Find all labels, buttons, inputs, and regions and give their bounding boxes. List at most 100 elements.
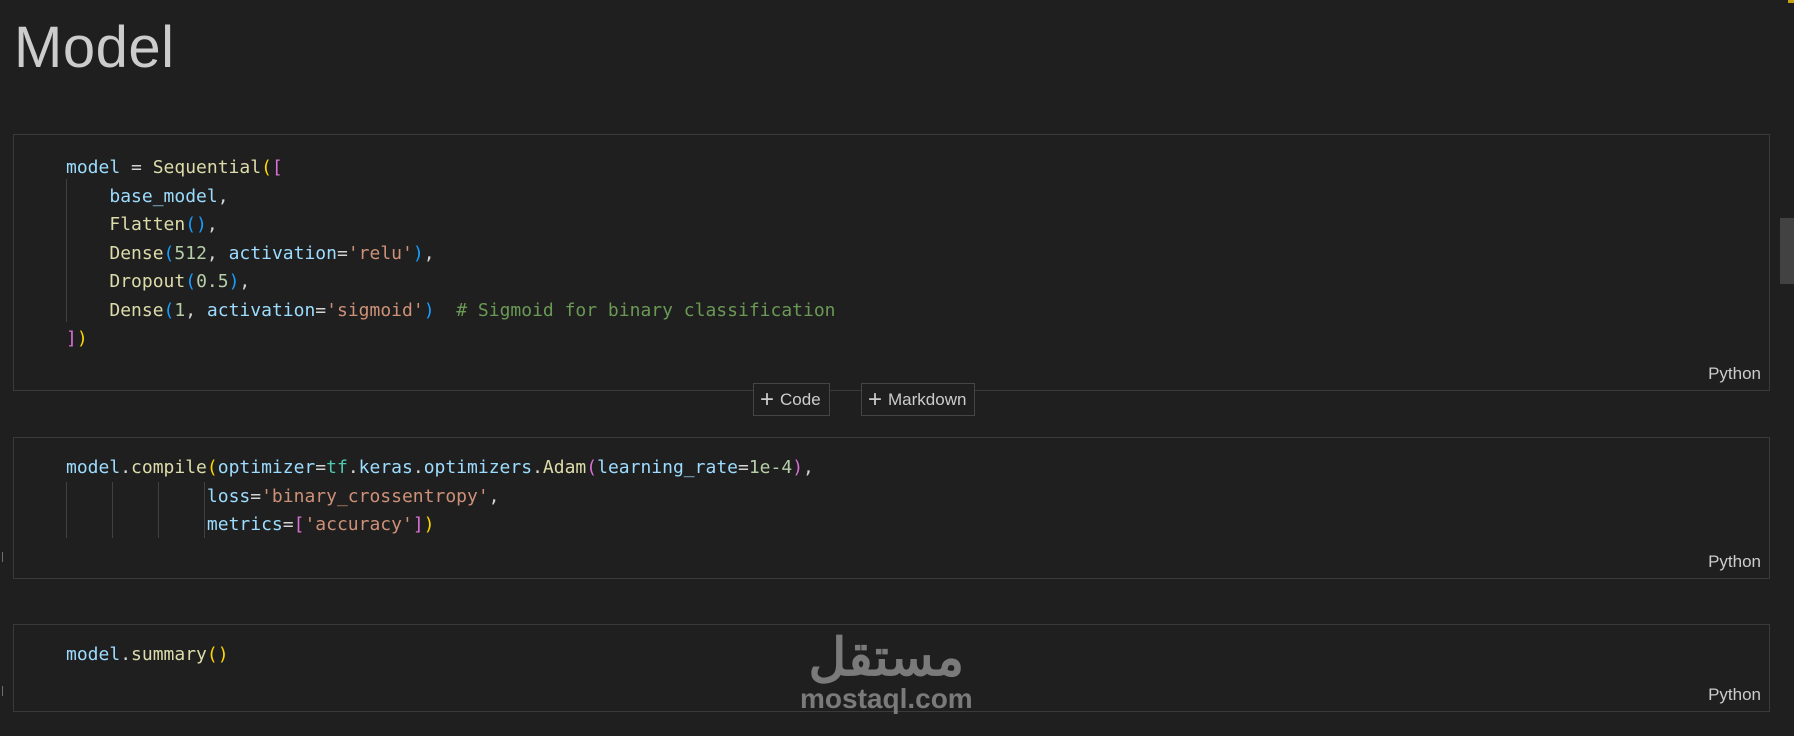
code-token: ) [792, 457, 804, 478]
code-token: Dense [109, 242, 164, 264]
code-token: = [250, 485, 262, 507]
code-token: ( [163, 242, 175, 264]
code-token: 1e-4 [748, 457, 793, 478]
code-token: Flatten [109, 214, 186, 235]
code-line[interactable]: base_model, [66, 183, 836, 212]
code-token: keras [358, 457, 413, 478]
code-line[interactable]: ]) [66, 325, 836, 354]
code-line[interactable]: model.compile(optimizer=tf.keras.optimiz… [66, 454, 814, 483]
code-token: () [185, 214, 207, 235]
code-token: Sequential [152, 157, 262, 178]
code-token: . [120, 457, 132, 478]
code-token: , [488, 485, 500, 507]
cell-language-label[interactable]: Python [1708, 685, 1761, 705]
code-token: ( [261, 157, 272, 178]
code-token: . [347, 457, 359, 478]
code-token: 'binary_crossentropy' [261, 485, 489, 507]
code-token: ( [206, 457, 218, 478]
code-line[interactable]: Dropout(0.5), [66, 268, 836, 297]
code-token: 'relu' [347, 242, 413, 264]
cell-code[interactable]: model.summary() [66, 641, 229, 670]
plus-icon: + [760, 385, 775, 413]
code-token: = [738, 457, 749, 478]
code-token: , [206, 242, 229, 264]
markdown-heading: Model [14, 15, 175, 80]
code-token: . [120, 644, 132, 665]
code-token: . [532, 457, 543, 478]
code-token: ) [76, 328, 88, 349]
code-token: = [315, 457, 327, 478]
code-token: ) [412, 242, 424, 264]
code-line[interactable]: model.summary() [66, 641, 229, 670]
code-token: Dense [109, 299, 164, 321]
code-token: , [239, 271, 251, 292]
code-token: , [217, 185, 229, 207]
add-code-label: Code [780, 389, 821, 409]
code-line[interactable]: Dense(512, activation='relu'), [66, 240, 836, 269]
watermark-latin: mostaql.com [800, 683, 973, 714]
add-markdown-cell-button[interactable]: + Markdown [861, 383, 976, 416]
code-token: = [282, 514, 294, 535]
code-token: summary [131, 644, 207, 665]
watermark-arabic: مستقل [808, 629, 965, 687]
plus-icon: + [868, 385, 883, 413]
code-token: [ [271, 157, 283, 178]
code-line[interactable]: loss='binary_crossentropy', [66, 483, 814, 512]
code-line[interactable]: Flatten(), [66, 211, 836, 240]
code-token: learning_rate [597, 457, 738, 478]
code-token: , [803, 457, 814, 478]
cell-code[interactable]: model = Sequential([ base_model, Flatten… [66, 154, 836, 354]
code-token: # Sigmoid for binary classification [456, 299, 836, 321]
gutter-marker [2, 552, 7, 562]
code-token: 1 [174, 299, 186, 321]
code-token: ] [412, 514, 424, 535]
code-token: 'accuracy' [304, 514, 413, 535]
scrollbar-thumb[interactable] [1780, 218, 1794, 284]
code-token: activation [228, 242, 337, 264]
code-token: model [66, 644, 121, 665]
code-token: . [412, 457, 424, 478]
code-token: = [315, 299, 327, 321]
code-token: 'sigmoid' [326, 299, 424, 321]
add-markdown-label: Markdown [888, 389, 967, 409]
code-token: ) [423, 514, 435, 535]
code-token: compile [131, 457, 207, 478]
code-cell-model-definition[interactable]: model = Sequential([ base_model, Flatten… [13, 134, 1770, 391]
code-token: loss [206, 485, 251, 507]
code-token: activation [206, 299, 316, 321]
cell-language-label[interactable]: Python [1708, 364, 1761, 384]
code-cell-model-compile[interactable]: model.compile(optimizer=tf.keras.optimiz… [13, 437, 1770, 579]
code-token: () [206, 644, 229, 665]
code-token: 512 [174, 242, 207, 264]
code-token: metrics [206, 514, 283, 535]
code-token: Adam [542, 457, 587, 478]
cell-language-label[interactable]: Python [1708, 552, 1761, 572]
gutter-marker [2, 686, 7, 696]
code-token: base_model [109, 185, 218, 207]
cell-code[interactable]: model.compile(optimizer=tf.keras.optimiz… [66, 454, 814, 540]
code-token: , [206, 214, 218, 235]
code-token: optimizer [217, 457, 316, 478]
watermark-logo: مستقل mostaql.com [800, 632, 973, 714]
code-token: model [66, 457, 121, 478]
code-token: ] [66, 328, 77, 349]
code-token: ( [586, 457, 598, 478]
code-line[interactable]: model = Sequential([ [66, 154, 836, 183]
code-token: , [185, 299, 207, 321]
code-token: = [336, 242, 348, 264]
code-token: tf [326, 457, 348, 478]
code-line[interactable]: Dense(1, activation='sigmoid') # Sigmoid… [66, 297, 836, 326]
add-code-cell-button[interactable]: + Code [753, 383, 830, 416]
code-token: ( [163, 299, 175, 321]
code-token: , [423, 242, 435, 264]
code-line[interactable]: metrics=['accuracy']) [66, 511, 814, 540]
code-token: ) [423, 299, 435, 321]
code-token: ( [185, 271, 197, 292]
